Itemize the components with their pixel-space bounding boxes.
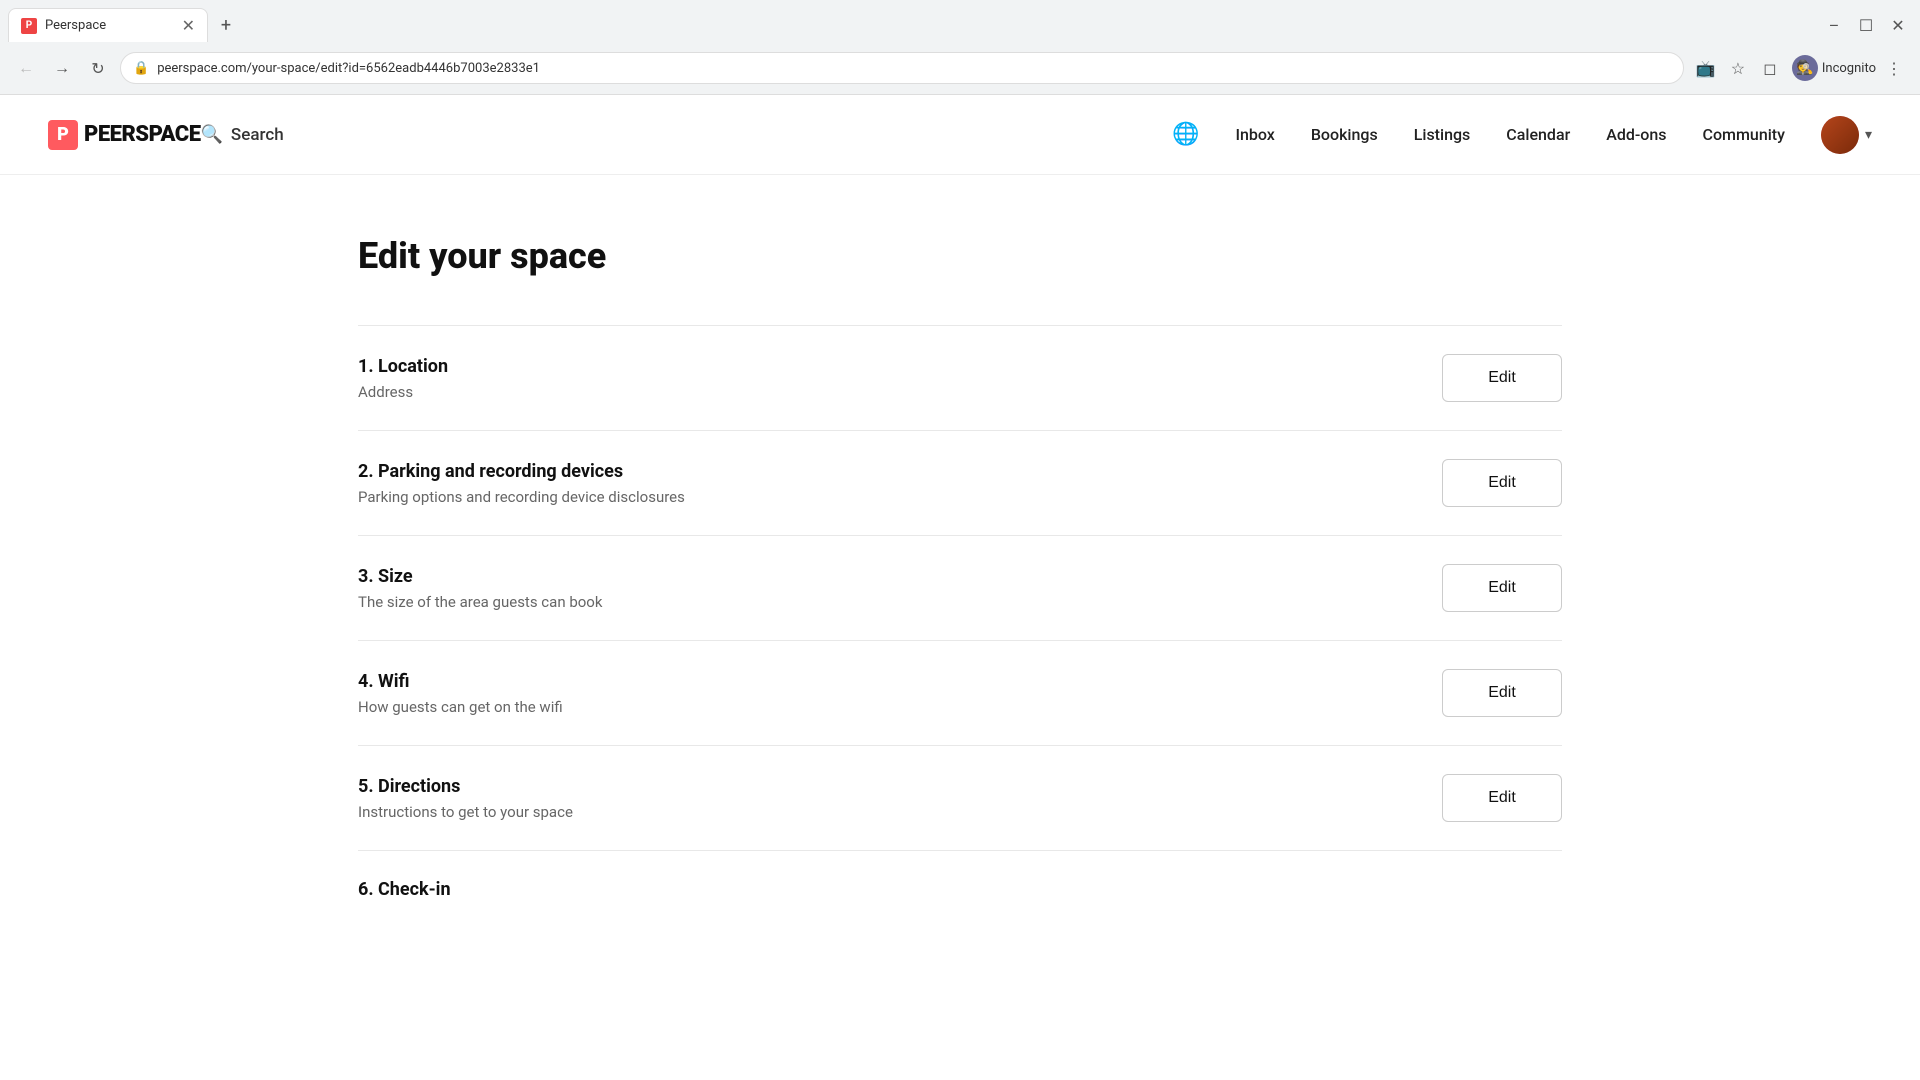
section-info-parking: 2. Parking and recording devices Parking… (358, 461, 1442, 506)
section-desc-parking: Parking options and recording device dis… (358, 488, 1442, 506)
site-header: P PEERSPACE 🔍 Search 🌐 Inbox Bookings Li… (0, 95, 1920, 175)
section-title-parking: 2. Parking and recording devices (358, 461, 1442, 482)
nav-calendar[interactable]: Calendar (1506, 125, 1570, 144)
section-desc-directions: Instructions to get to your space (358, 803, 1442, 821)
page-title: Edit your space (358, 235, 1562, 277)
browser-chrome: P Peerspace ✕ + – ☐ ✕ ← → ↻ 🔒 peerspace.… (0, 0, 1920, 95)
section-info-location: 1. Location Address (358, 356, 1442, 401)
nav-community[interactable]: Community (1703, 125, 1785, 144)
edit-directions-button[interactable]: Edit (1442, 774, 1562, 822)
reload-button[interactable]: ↻ (84, 54, 112, 82)
section-size: 3. Size The size of the area guests can … (358, 535, 1562, 640)
browser-menu-button[interactable]: ⋮ (1880, 54, 1908, 82)
section-desc-location: Address (358, 383, 1442, 401)
search-label: Search (231, 125, 284, 145)
search-icon: 🔍 (201, 124, 223, 145)
section-title-size: 3. Size (358, 566, 1442, 587)
section-directions: 5. Directions Instructions to get to you… (358, 745, 1562, 850)
edit-wifi-button[interactable]: Edit (1442, 669, 1562, 717)
nav-bookings[interactable]: Bookings (1311, 125, 1378, 144)
browser-nav-bar: ← → ↻ 🔒 peerspace.com/your-space/edit?id… (0, 42, 1920, 94)
section-checkin: 6. Check-in (358, 850, 1562, 934)
tab-title: Peerspace (45, 18, 106, 33)
section-wifi: 4. Wifi How guests can get on the wifi E… (358, 640, 1562, 745)
nav-listings[interactable]: Listings (1414, 125, 1471, 144)
edit-size-button[interactable]: Edit (1442, 564, 1562, 612)
tab-close-button[interactable]: ✕ (182, 16, 195, 35)
bookmark-button[interactable]: ☆ (1724, 54, 1752, 82)
incognito-avatar: 🕵 (1792, 55, 1818, 81)
forward-button[interactable]: → (48, 54, 76, 82)
browser-tab-bar: P Peerspace ✕ + – ☐ ✕ (0, 0, 1920, 42)
incognito-section[interactable]: 🕵 Incognito (1792, 55, 1876, 81)
nav-inbox[interactable]: Inbox (1235, 125, 1274, 144)
nav-addons[interactable]: Add-ons (1606, 125, 1666, 144)
section-info-wifi: 4. Wifi How guests can get on the wifi (358, 671, 1442, 716)
section-title-directions: 5. Directions (358, 776, 1442, 797)
close-window-button[interactable]: ✕ (1884, 11, 1912, 39)
address-bar[interactable]: 🔒 peerspace.com/your-space/edit?id=6562e… (120, 52, 1684, 84)
tab-favicon: P (21, 18, 37, 34)
browser-tab-active[interactable]: P Peerspace ✕ (8, 8, 208, 42)
browser-actions: 📺 ☆ ◻ 🕵 Incognito ⋮ (1692, 54, 1908, 82)
chevron-down-icon: ▾ (1865, 127, 1872, 143)
user-menu[interactable]: ▾ (1821, 116, 1872, 154)
new-tab-button[interactable]: + (212, 11, 240, 39)
section-title-checkin: 6. Check-in (358, 879, 1562, 900)
main-nav: 🌐 Inbox Bookings Listings Calendar Add-o… (1172, 116, 1872, 154)
logo-text: PEERSPACE (84, 122, 201, 147)
logo[interactable]: P PEERSPACE (48, 120, 201, 150)
edit-location-button[interactable]: Edit (1442, 354, 1562, 402)
section-info-directions: 5. Directions Instructions to get to you… (358, 776, 1442, 821)
main-content: Edit your space 1. Location Address Edit… (310, 175, 1610, 994)
edit-parking-button[interactable]: Edit (1442, 459, 1562, 507)
section-info-size: 3. Size The size of the area guests can … (358, 566, 1442, 611)
lock-icon: 🔒 (133, 61, 149, 76)
back-button[interactable]: ← (12, 54, 40, 82)
profile-button[interactable]: ◻ (1756, 54, 1784, 82)
url-text: peerspace.com/your-space/edit?id=6562ead… (157, 61, 540, 76)
restore-button[interactable]: ☐ (1852, 11, 1880, 39)
avatar-image (1821, 116, 1859, 154)
section-desc-wifi: How guests can get on the wifi (358, 698, 1442, 716)
section-title-wifi: 4. Wifi (358, 671, 1442, 692)
section-location: 1. Location Address Edit (358, 325, 1562, 430)
section-list: 1. Location Address Edit 2. Parking and … (358, 325, 1562, 934)
section-desc-size: The size of the area guests can book (358, 593, 1442, 611)
minimize-button[interactable]: – (1820, 11, 1848, 39)
section-parking: 2. Parking and recording devices Parking… (358, 430, 1562, 535)
section-info-checkin: 6. Check-in (358, 879, 1562, 906)
logo-icon: P (48, 120, 78, 150)
search-button[interactable]: 🔍 Search (201, 124, 284, 145)
globe-icon[interactable]: 🌐 (1172, 122, 1199, 147)
incognito-label: Incognito (1822, 61, 1876, 76)
cast-button[interactable]: 📺 (1692, 54, 1720, 82)
avatar (1821, 116, 1859, 154)
section-title-location: 1. Location (358, 356, 1442, 377)
